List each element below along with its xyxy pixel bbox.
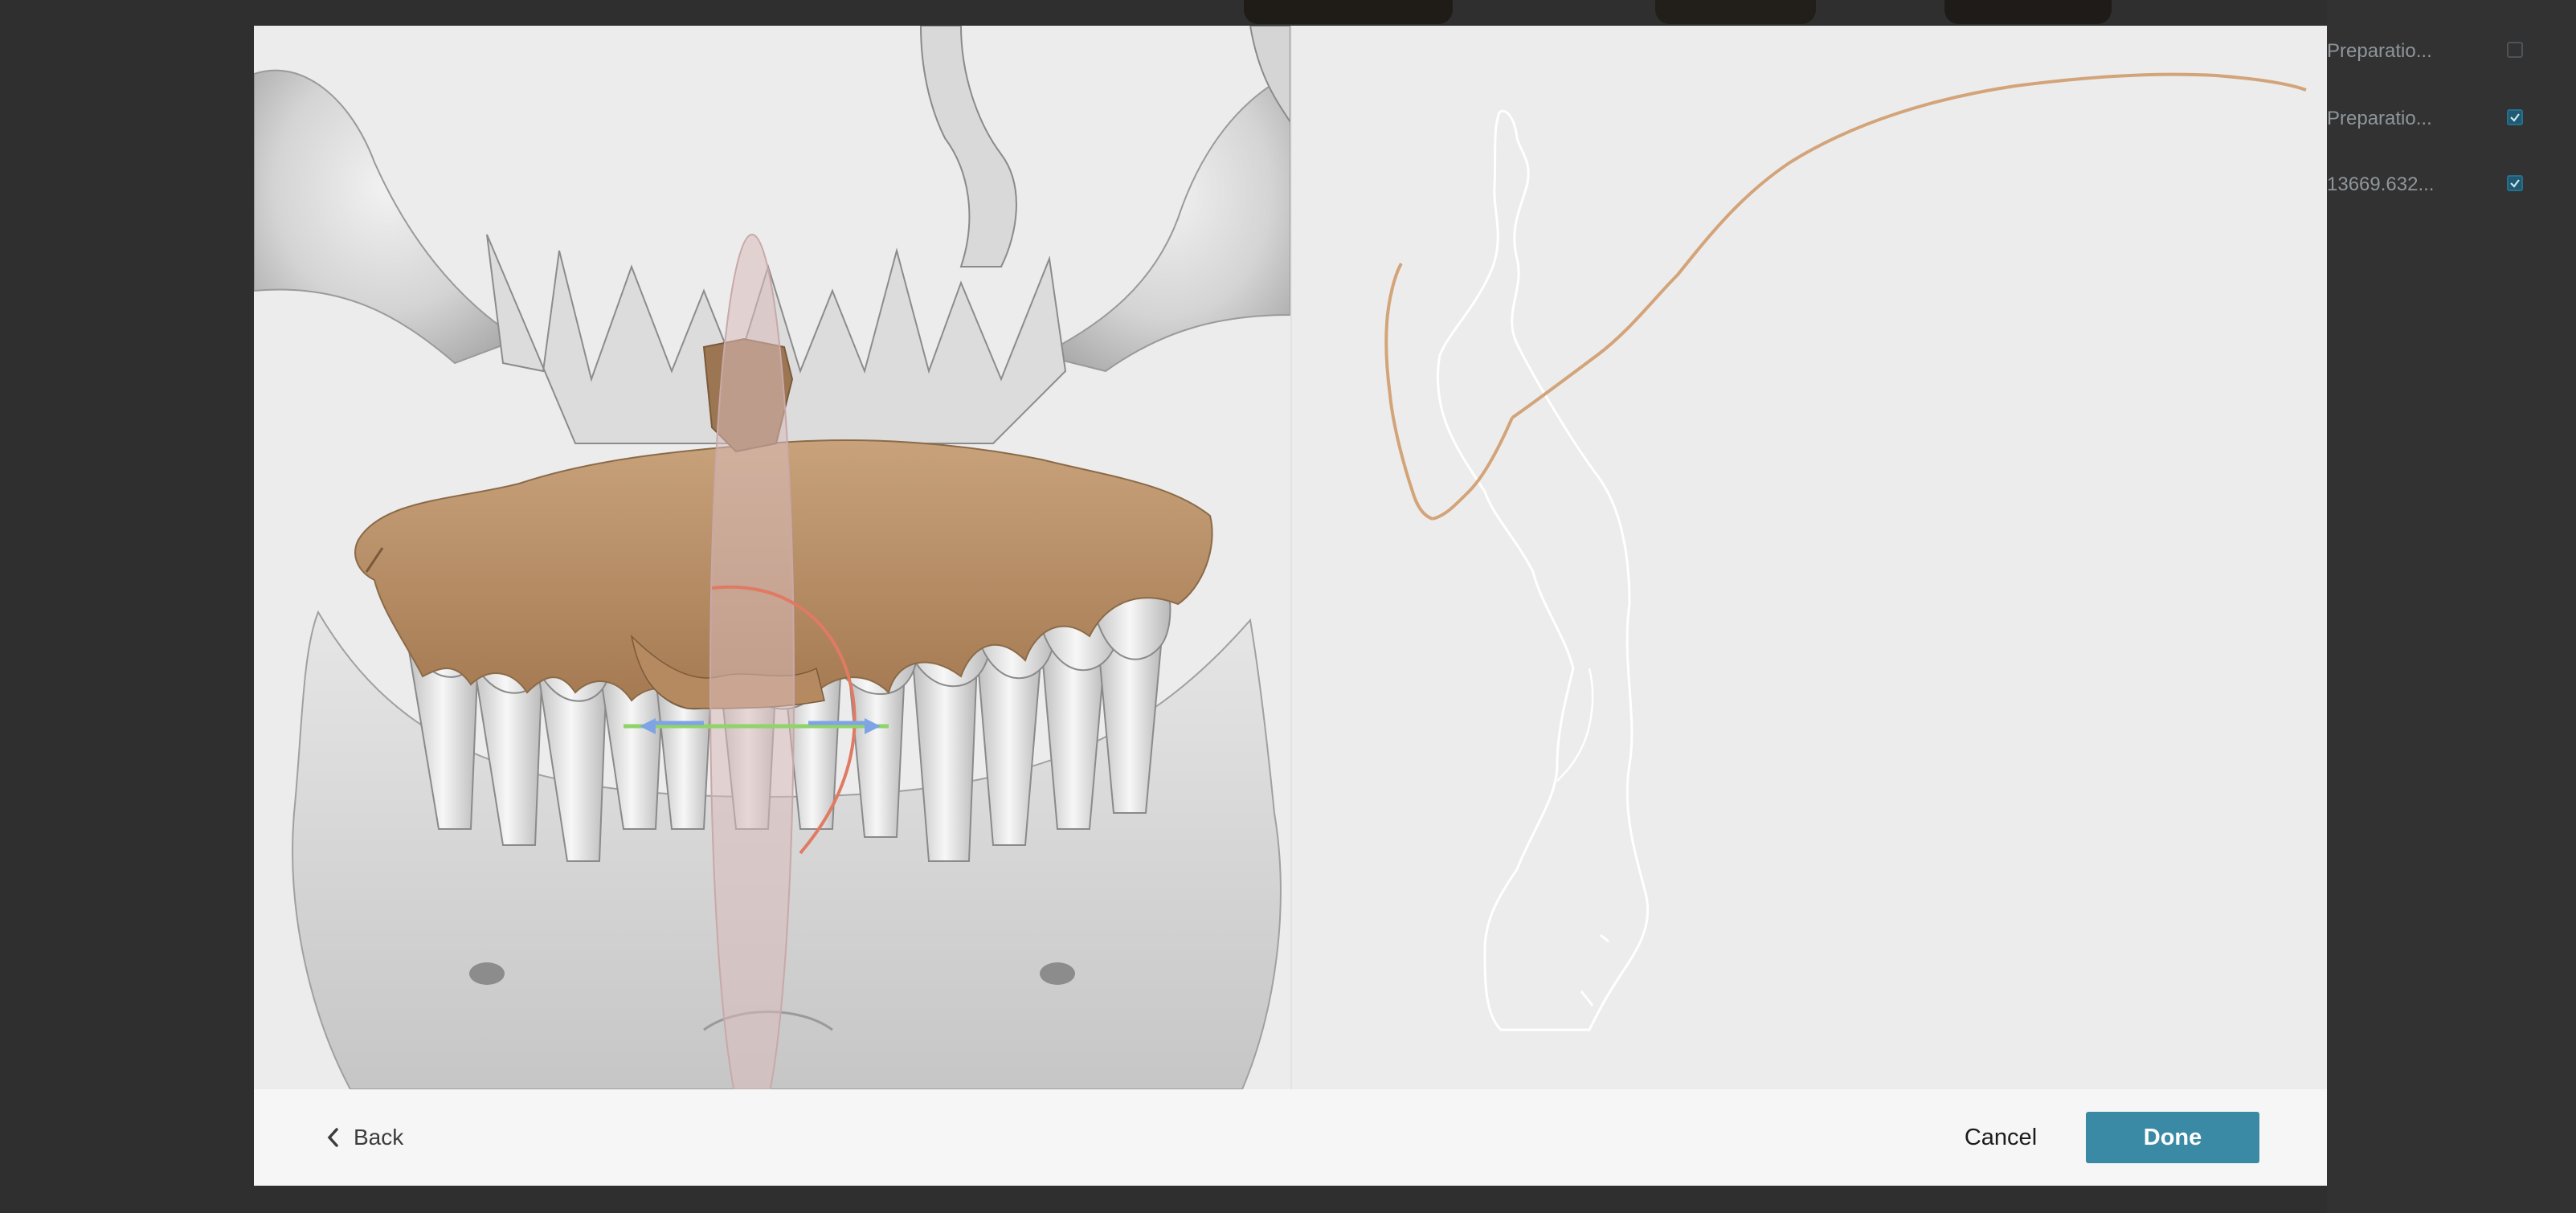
scan-lip-contour — [1384, 263, 1433, 521]
3d-model-viewport[interactable] — [254, 26, 1290, 1089]
background-layer-checkbox — [2507, 109, 2523, 125]
done-button[interactable]: Done — [2086, 1112, 2259, 1163]
back-button[interactable]: Back — [325, 1121, 403, 1154]
background-thumbnail-strip-2 — [1655, 0, 1816, 24]
background-layer-label: 13669.632... — [2327, 174, 2435, 195]
background-layer-checkbox — [2507, 175, 2523, 191]
scan-lower-contour — [1432, 417, 1514, 521]
bone-section-contour — [1437, 109, 1650, 1031]
background-layer-row-3: 13669.632... — [2327, 167, 2568, 199]
cross-section-outline — [1384, 72, 2307, 1031]
background-layer-row-2: Preparatio... — [2327, 101, 2568, 133]
chevron-left-icon — [327, 1128, 338, 1147]
section-plane[interactable] — [709, 234, 795, 1089]
3d-dental-model[interactable] — [254, 26, 1290, 1089]
background-layer-label: Preparatio... — [2327, 40, 2432, 62]
cross-section-viewport[interactable] — [1292, 26, 2327, 1089]
cancel-button[interactable]: Cancel — [1951, 1117, 2051, 1158]
background-layer-checkbox — [2507, 42, 2523, 58]
background-layer-row-1: Preparatio... — [2327, 34, 2568, 66]
scan-surface-contour — [1511, 72, 2307, 419]
background-thumbnail-strip-1 — [1244, 0, 1453, 24]
adjust-dialog: Back Cancel Done — [254, 26, 2327, 1186]
background-thumbnail-strip-3 — [1944, 0, 2112, 24]
dialog-footer: Back Cancel Done — [254, 1089, 2327, 1186]
background-layer-label: Preparatio... — [2327, 108, 2432, 129]
back-label: Back — [354, 1125, 404, 1150]
